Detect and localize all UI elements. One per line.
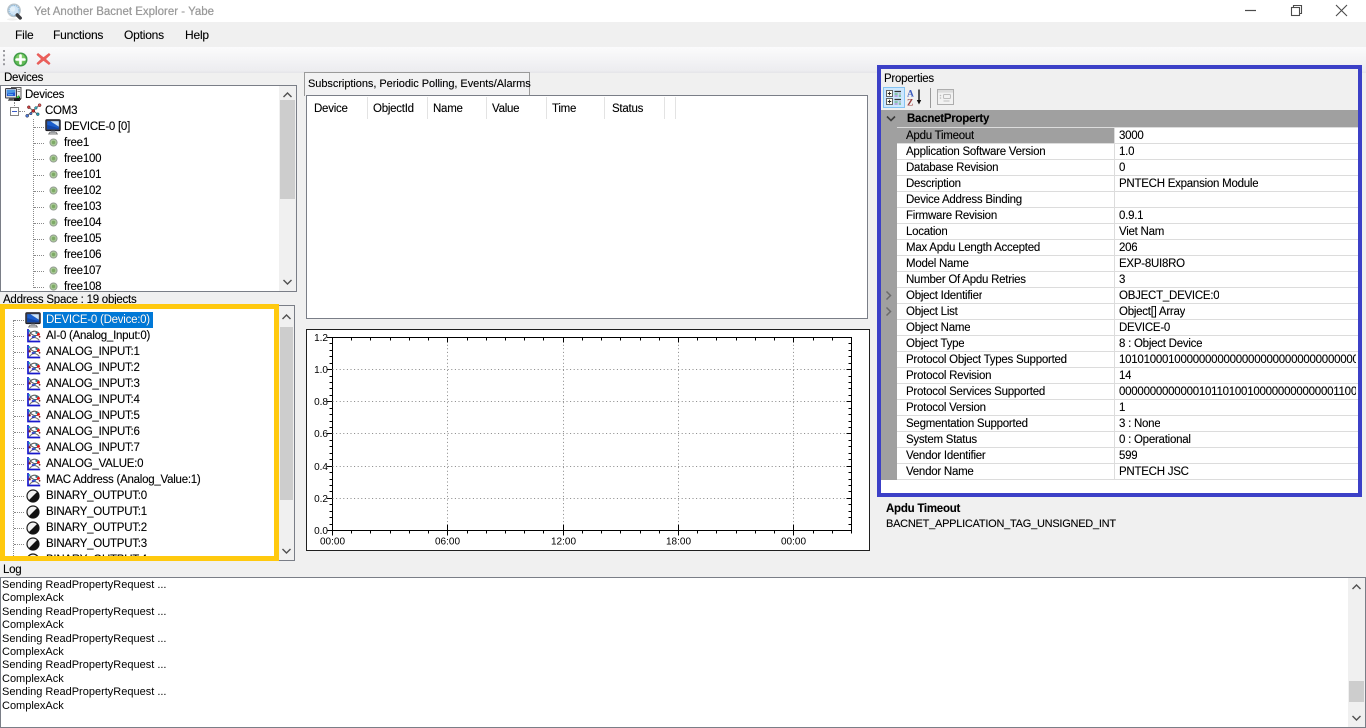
svg-text:06:00: 06:00 bbox=[435, 537, 460, 548]
svg-text:0.0: 0.0 bbox=[314, 526, 328, 537]
svg-text:0.8: 0.8 bbox=[314, 397, 328, 408]
svg-text:18:00: 18:00 bbox=[666, 537, 691, 548]
svg-text:00:00: 00:00 bbox=[781, 537, 806, 548]
svg-text:00:00: 00:00 bbox=[320, 537, 345, 548]
svg-text:0.4: 0.4 bbox=[314, 462, 328, 473]
svg-text:1.2: 1.2 bbox=[314, 333, 328, 344]
svg-text:1.0: 1.0 bbox=[314, 365, 328, 376]
svg-text:0.6: 0.6 bbox=[314, 429, 328, 440]
svg-text:12:00: 12:00 bbox=[551, 537, 576, 548]
svg-text:0.2: 0.2 bbox=[314, 494, 328, 505]
